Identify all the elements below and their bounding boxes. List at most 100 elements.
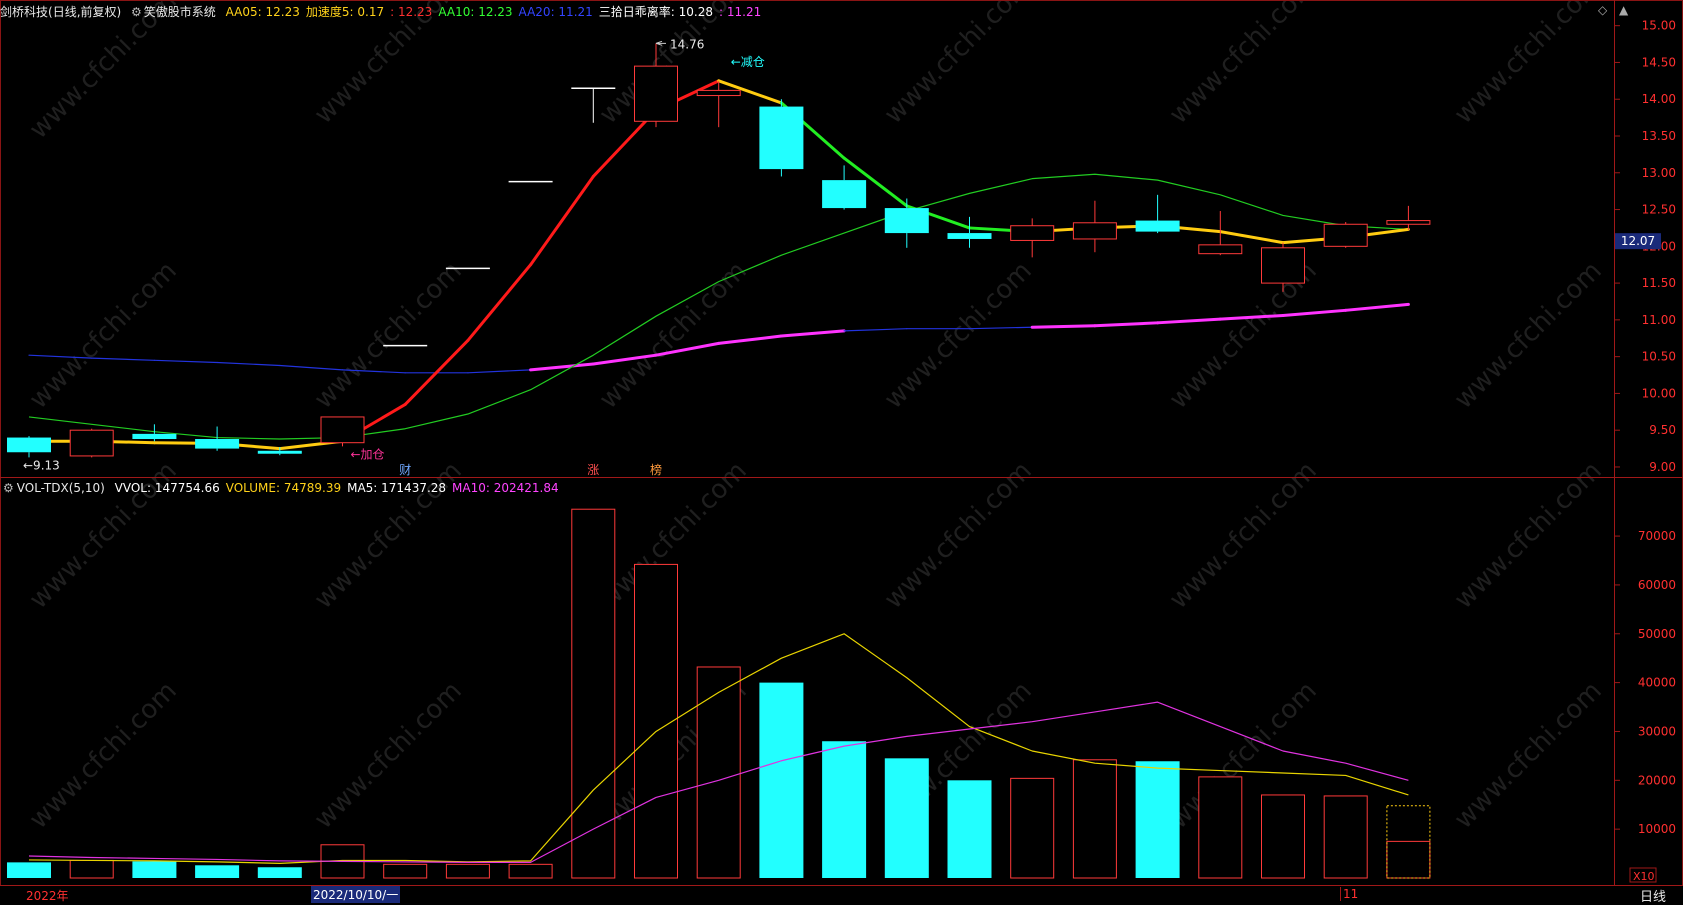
event-marker[interactable]: 财 bbox=[399, 463, 411, 477]
watermark-text: www.cfchi.com bbox=[879, 456, 1038, 615]
aa20-line-seg bbox=[779, 329, 846, 338]
candle[interactable] bbox=[195, 426, 240, 451]
high-price-label: 14.76 bbox=[670, 37, 704, 51]
watermark-text: www.cfchi.com bbox=[1449, 256, 1608, 415]
volume-bar[interactable] bbox=[69, 859, 114, 879]
candle[interactable] bbox=[759, 99, 804, 177]
volume-axis-label: 70000 bbox=[1638, 529, 1676, 543]
candle[interactable] bbox=[320, 416, 365, 447]
candle[interactable] bbox=[884, 198, 929, 248]
aa20-line-seg bbox=[1281, 308, 1348, 317]
volume-settings-icon[interactable]: ⚙ bbox=[3, 481, 14, 495]
candle-body bbox=[195, 439, 240, 449]
candle-body bbox=[1072, 222, 1117, 240]
event-marker[interactable]: 榜 bbox=[650, 462, 662, 477]
volume-unit-label: X10 bbox=[1633, 870, 1655, 883]
aa20-line-seg bbox=[1156, 317, 1222, 325]
volume-bar[interactable] bbox=[1323, 795, 1368, 879]
volume-bar[interactable] bbox=[696, 666, 741, 879]
price-axis-label: 10.00 bbox=[1642, 386, 1676, 400]
candle-body bbox=[1261, 247, 1305, 284]
candle[interactable] bbox=[1072, 200, 1117, 253]
watermark-text: www.cfchi.com bbox=[1164, 456, 1323, 615]
candle-body bbox=[634, 65, 678, 122]
candle[interactable] bbox=[822, 165, 867, 210]
candle[interactable] bbox=[7, 436, 51, 458]
volume-bar[interactable] bbox=[445, 863, 490, 879]
volume-bar[interactable] bbox=[947, 780, 992, 878]
price-axis-label: 14.00 bbox=[1642, 92, 1676, 106]
candle[interactable] bbox=[1010, 218, 1055, 258]
volume-bar[interactable] bbox=[383, 863, 428, 879]
kline-chart-canvas[interactable]: www.cfchi.com www.cfchi.com www.cfchi.com w… bbox=[0, 0, 1683, 903]
watermark-text: www.cfchi.com bbox=[1164, 0, 1323, 130]
volume-bar[interactable] bbox=[1135, 761, 1180, 878]
volume-bar[interactable] bbox=[1261, 794, 1305, 879]
period-button[interactable]: 日线 bbox=[1640, 886, 1666, 905]
volume-bar[interactable] bbox=[571, 508, 616, 879]
indicator-values: AA05: 12.23 加速度5: 0.17: 12.23 AA10: 12.23 A… bbox=[226, 5, 768, 19]
volume-axis-label: 20000 bbox=[1638, 773, 1676, 787]
stock-name[interactable]: 剑桥科技 bbox=[0, 5, 48, 19]
volume-bar[interactable] bbox=[1198, 776, 1243, 879]
price-axis-label: 11.50 bbox=[1642, 276, 1676, 290]
price-axis-label: 15.00 bbox=[1642, 19, 1676, 33]
volume-bar[interactable] bbox=[508, 863, 553, 879]
chart-period: (日线,前复权) bbox=[48, 5, 122, 19]
candle[interactable] bbox=[1135, 194, 1180, 234]
current-price-text: 12.07 bbox=[1621, 234, 1655, 248]
volume-bar[interactable] bbox=[634, 563, 678, 879]
time-axis-month: 11 bbox=[1340, 887, 1358, 901]
volume-indicator-1: VOLUME: 74789.39 bbox=[225, 481, 342, 495]
volume-bar[interactable] bbox=[884, 758, 929, 878]
candle[interactable] bbox=[1323, 222, 1368, 248]
candlestick-series[interactable] bbox=[7, 43, 1431, 458]
price-panel-header: 剑桥科技(日线,前复权) ⚙ 笑傲股市系统 AA05: 12.23 加速度5: 0.… bbox=[0, 2, 773, 22]
aa05-line-seg bbox=[466, 263, 533, 342]
aa20-line-seg bbox=[216, 361, 281, 367]
aa05-line-seg bbox=[1218, 230, 1285, 245]
event-marker[interactable]: 涨 bbox=[587, 462, 599, 477]
watermark-text: www.cfchi.com bbox=[1449, 0, 1608, 130]
volume-bar[interactable] bbox=[822, 741, 867, 878]
volume-bar[interactable] bbox=[132, 861, 177, 878]
price-axis-label: 13.00 bbox=[1642, 166, 1676, 180]
candle[interactable] bbox=[69, 428, 114, 458]
volume-axis: 70000 60000 50000 40000 30000 20000 10000 X10 bbox=[1614, 529, 1676, 883]
diamond-icon[interactable]: ◇ bbox=[1598, 3, 1607, 17]
candle-body bbox=[320, 416, 365, 444]
volume-bar[interactable] bbox=[1072, 759, 1117, 879]
aa20-line-seg bbox=[1344, 302, 1410, 312]
aa20-line-seg bbox=[529, 362, 595, 372]
volume-indicator-2: MA5: 171437.28 bbox=[347, 481, 447, 495]
volume-axis-label: 60000 bbox=[1638, 578, 1676, 592]
candle-body bbox=[884, 208, 929, 234]
price-axis-label: 14.50 bbox=[1642, 55, 1676, 69]
volume-bar[interactable] bbox=[1010, 777, 1055, 879]
watermark-text: www.cfchi.com bbox=[1449, 456, 1608, 615]
price-axis-label: 10.50 bbox=[1642, 350, 1676, 364]
price-axis-label: 11.00 bbox=[1642, 313, 1676, 327]
volume-bar[interactable] bbox=[195, 865, 240, 878]
volume-bar[interactable] bbox=[1386, 840, 1431, 879]
candle-body bbox=[1386, 220, 1431, 225]
price-axis-label: 12.50 bbox=[1642, 203, 1676, 217]
aa20-line-seg bbox=[91, 357, 155, 361]
candle-body bbox=[822, 180, 867, 209]
watermark-text: www.cfchi.com bbox=[594, 256, 753, 415]
volume-bar[interactable] bbox=[257, 867, 302, 878]
system-settings-icon[interactable]: ⚙ bbox=[131, 5, 142, 19]
watermark-text: www.cfchi.com bbox=[879, 0, 1038, 130]
volume-bar[interactable] bbox=[759, 682, 804, 878]
collapse-icon[interactable]: ▲ bbox=[1619, 3, 1628, 17]
low-price-label: ←9.13 bbox=[23, 458, 60, 472]
price-axis-label: 9.00 bbox=[1649, 460, 1676, 474]
system-name[interactable]: 笑傲股市系统 bbox=[144, 5, 216, 19]
volume-indicator-name[interactable]: VOL-TDX(5,10) bbox=[17, 481, 105, 495]
aa20-line-seg bbox=[1030, 324, 1097, 329]
volume-indicator-3: MA10: 202421.84 bbox=[452, 481, 559, 495]
reduce-position-label: ←减仓 bbox=[731, 55, 765, 69]
volume-bar[interactable] bbox=[7, 862, 51, 878]
indicator-6: : 11.21 bbox=[719, 5, 762, 19]
candle[interactable] bbox=[1386, 205, 1431, 231]
